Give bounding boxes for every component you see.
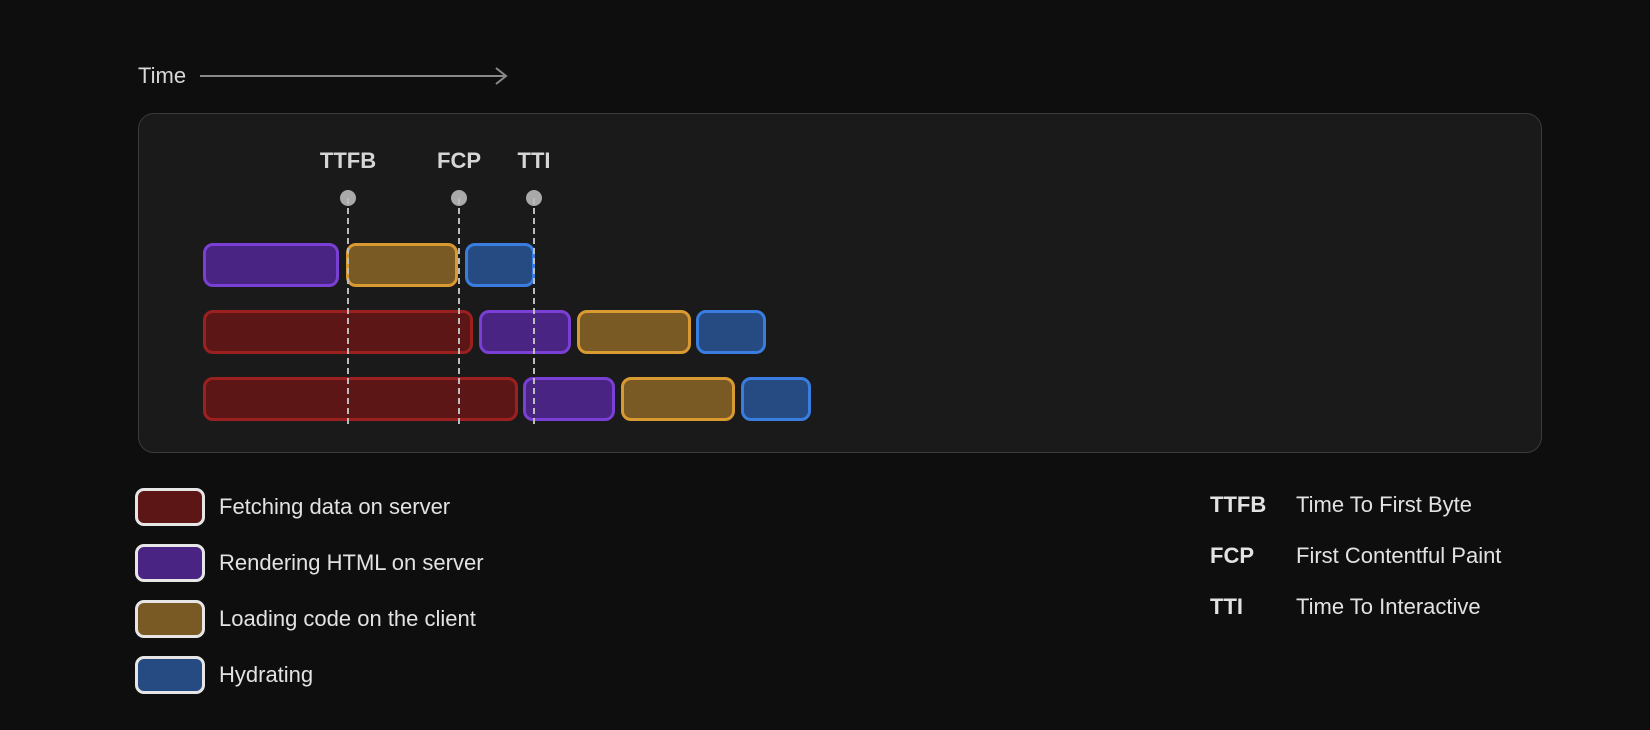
legend-swatch-fetch <box>135 488 205 526</box>
row1-load-bar <box>346 243 458 287</box>
row2-hydrate-bar <box>696 310 766 354</box>
row3-hydrate-bar <box>741 377 811 421</box>
glossary-term-tti: Time To Interactive <box>1296 594 1481 619</box>
legend-item-render: Rendering HTML on server <box>135 544 484 582</box>
row2-load-bar <box>577 310 691 354</box>
glossary-abbr-tti: TTI <box>1210 594 1243 619</box>
row3-load-bar <box>621 377 735 421</box>
marker-line-tti <box>533 198 535 424</box>
legend-label-hydrate: Hydrating <box>219 662 314 687</box>
legend-item-load: Loading code on the client <box>135 600 484 638</box>
row3-fetch-bar <box>203 377 518 421</box>
row1-hydrate-bar <box>465 243 535 287</box>
glossary-term-fcp: First Contentful Paint <box>1296 543 1502 568</box>
legend-item-hydrate: Hydrating <box>135 656 484 694</box>
metric-glossary: TTFB Time To First Byte FCP First Conten… <box>1210 488 1501 641</box>
legend-item-fetch: Fetching data on server <box>135 488 484 526</box>
phase-legend: Fetching data on server Rendering HTML o… <box>135 488 484 712</box>
glossary-item-ttfb: TTFB Time To First Byte <box>1210 488 1501 522</box>
legend-swatch-load <box>135 600 205 638</box>
marker-label-tti: TTI <box>517 148 551 173</box>
marker-line-ttfb <box>347 198 349 424</box>
glossary-item-tti: TTI Time To Interactive <box>1210 590 1501 624</box>
glossary-abbr-fcp: FCP <box>1210 543 1254 568</box>
glossary-item-fcp: FCP First Contentful Paint <box>1210 539 1501 573</box>
marker-label-fcp: FCP <box>437 148 481 173</box>
legend-swatch-render <box>135 544 205 582</box>
marker-label-ttfb: TTFB <box>319 148 377 173</box>
row2-render-bar <box>479 310 571 354</box>
legend-label-fetch: Fetching data on server <box>219 494 451 519</box>
row2-fetch-bar <box>203 310 473 354</box>
legend-label-render: Rendering HTML on server <box>219 550 484 575</box>
legend-label-load: Loading code on the client <box>219 606 476 631</box>
right-arrow-icon <box>200 67 508 85</box>
legend-swatch-hydrate <box>135 656 205 694</box>
glossary-abbr-ttfb: TTFB <box>1210 492 1267 517</box>
time-label: Time <box>138 63 187 88</box>
row3-render-bar <box>523 377 615 421</box>
timeline-panel: TTFB FCP TTI <box>138 113 1542 453</box>
row1-render-bar <box>203 243 339 287</box>
time-axis-header: Time <box>138 62 510 90</box>
glossary-term-ttfb: Time To First Byte <box>1296 492 1473 517</box>
marker-line-fcp <box>458 198 460 424</box>
